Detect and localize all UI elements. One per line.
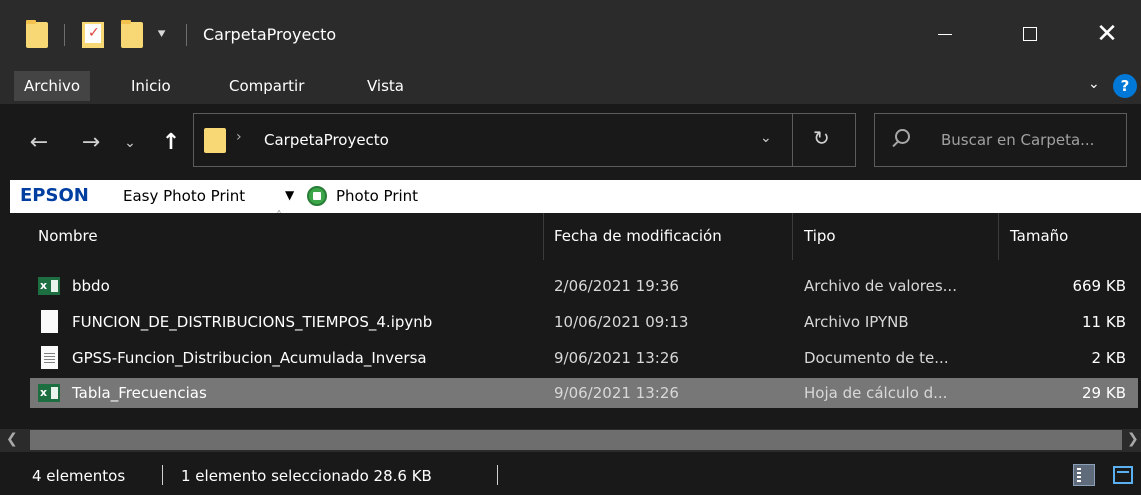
scroll-left-icon[interactable]: ❮ [6, 431, 18, 447]
file-modified: 9/06/2021 13:26 [554, 384, 679, 402]
folder-icon [204, 128, 226, 153]
column-header-size[interactable]: Tamaño [1010, 225, 1068, 247]
new-folder-icon[interactable] [121, 20, 143, 48]
photo-print-icon[interactable] [307, 186, 327, 206]
excel-csv-icon: x [38, 277, 60, 295]
file-name: bbdo [72, 277, 110, 295]
photo-print-button[interactable]: Photo Print [336, 187, 418, 205]
status-bar: 4 elementos 1 elemento seleccionado 28.6… [0, 452, 1141, 495]
file-modified: 9/06/2021 13:26 [554, 349, 679, 367]
details-view-icon[interactable] [1073, 464, 1095, 486]
column-divider[interactable] [543, 213, 544, 260]
file-type: Archivo IPYNB [804, 313, 909, 331]
window-title: CarpetaProyecto [203, 25, 337, 44]
close-button[interactable]: ✕ [1084, 14, 1130, 54]
minimize-icon [938, 33, 952, 35]
column-header-name[interactable]: Nombre [38, 225, 98, 247]
refresh-icon: ↻ [813, 126, 830, 150]
minimize-button[interactable] [922, 14, 968, 54]
file-name: FUNCION_DE_DISTRIBUCIONS_TIEMPOS_4.ipynb [72, 313, 433, 331]
help-icon[interactable]: ? [1113, 74, 1137, 98]
breadcrumb-separator-icon[interactable]: › [236, 129, 242, 145]
breadcrumb-carpetaproyecto[interactable]: CarpetaProyecto [264, 128, 389, 152]
epson-logo: EPSON [20, 185, 89, 206]
excel-sheet-icon: x [38, 384, 60, 402]
file-modified: 2/06/2021 19:36 [554, 277, 679, 295]
easy-photo-print-button[interactable]: Easy Photo Print [123, 187, 245, 205]
column-header-modified[interactable]: Fecha de modificación [554, 225, 722, 247]
file-name: GPSS-Funcion_Distribucion_Acumulada_Inve… [72, 349, 427, 367]
file-row[interactable]: GPSS-Funcion_Distribucion_Acumulada_Inve… [30, 343, 1138, 373]
search-placeholder: Buscar en Carpeta... [941, 131, 1095, 149]
recent-locations-icon[interactable]: ⌄ [120, 128, 140, 158]
dropdown-arrow-icon: ⯆ [156, 27, 168, 43]
file-type: Hoja de cálculo d... [804, 384, 948, 402]
refresh-button[interactable]: ↻ [793, 113, 856, 167]
file-size: 11 KB [1082, 313, 1126, 331]
address-dropdown-icon[interactable]: ⌄ [760, 130, 772, 146]
folder-icon [26, 20, 48, 48]
status-separator [497, 465, 498, 485]
dropdown-arrow-icon[interactable]: ▼ [285, 188, 294, 202]
text-document-icon [41, 346, 58, 369]
maximize-icon [1023, 27, 1037, 41]
file-row[interactable]: FUNCION_DE_DISTRIBUCIONS_TIEMPOS_4.ipynb… [30, 307, 1138, 337]
scrollbar-thumb[interactable] [30, 430, 1122, 450]
column-headers: ˄ Nombre Fecha de modificación Tipo Tama… [10, 209, 1141, 260]
large-icons-view-icon[interactable] [1113, 466, 1133, 484]
column-header-type[interactable]: Tipo [804, 225, 836, 247]
properties-icon[interactable]: ✓ [82, 22, 104, 48]
up-folder-icon[interactable]: ↑ [156, 128, 186, 158]
tab-compartir[interactable]: Compartir [219, 71, 314, 101]
sort-ascending-icon: ˄ [276, 209, 282, 223]
address-bar[interactable]: › CarpetaProyecto ⌄ [193, 113, 793, 167]
selection-info: 1 elemento seleccionado 28.6 KB [181, 467, 432, 485]
column-divider[interactable] [998, 213, 999, 260]
file-size: 669 KB [1072, 277, 1126, 295]
file-modified: 10/06/2021 09:13 [554, 313, 689, 331]
tab-vista[interactable]: Vista [357, 71, 414, 101]
column-divider[interactable] [792, 213, 793, 260]
back-icon[interactable]: ← [24, 128, 54, 158]
epson-toolbar: EPSON Easy Photo Print ▼ Photo Print [10, 180, 1141, 213]
file-size: 29 KB [1082, 384, 1126, 402]
file-type: Documento de te... [804, 349, 949, 367]
file-row[interactable]: x bbdo 2/06/2021 19:36 Archivo de valore… [30, 271, 1138, 301]
customize-quick-access-button[interactable]: ⯆ [156, 22, 167, 48]
file-type: Archivo de valores... [804, 277, 957, 295]
toolbar-separator [186, 22, 187, 48]
blank-file-icon [41, 310, 58, 333]
ribbon-tabs: Archivo Inicio Compartir Vista ⌄ ? [0, 68, 1141, 104]
file-size: 2 KB [1091, 349, 1126, 367]
title-bar: ✓ ⯆ CarpetaProyecto ✕ [0, 0, 1141, 68]
forward-icon[interactable]: → [76, 128, 106, 158]
toolbar-separator [64, 22, 65, 48]
search-input[interactable]: Buscar en Carpeta... [874, 113, 1127, 167]
maximize-button[interactable] [1007, 14, 1053, 54]
item-count: 4 elementos [32, 467, 126, 485]
status-separator [162, 465, 163, 485]
scroll-right-icon[interactable]: ❯ [1127, 431, 1139, 447]
close-icon: ✕ [1096, 19, 1118, 49]
tab-archivo[interactable]: Archivo [14, 71, 91, 101]
file-row-selected[interactable]: x Tabla_Frecuencias 9/06/2021 13:26 Hoja… [30, 378, 1138, 408]
expand-ribbon-icon[interactable]: ⌄ [1088, 76, 1100, 92]
horizontal-scrollbar[interactable]: ❮ ❯ [0, 429, 1141, 452]
search-icon [895, 129, 910, 144]
file-name: Tabla_Frecuencias [72, 384, 207, 402]
tab-inicio[interactable]: Inicio [121, 71, 181, 101]
